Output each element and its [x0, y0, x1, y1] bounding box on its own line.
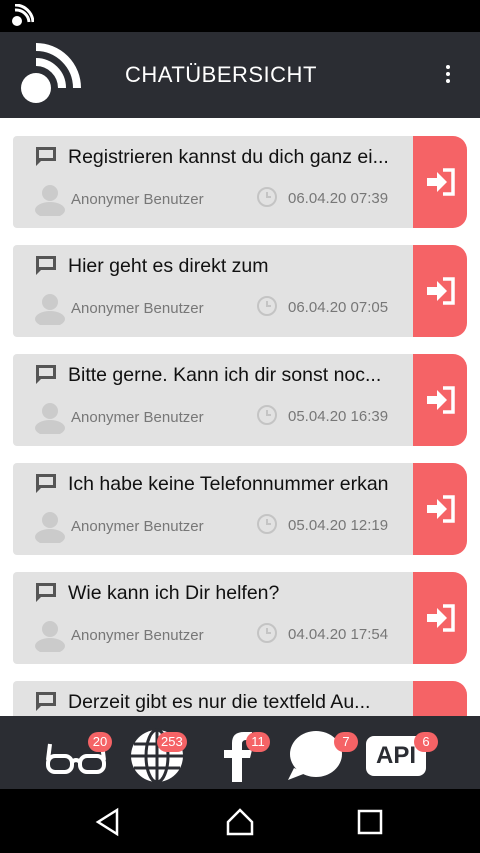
tab-globe[interactable]: 253	[125, 726, 189, 784]
chat-card[interactable]: Ich habe keine Telefonnummer erkan Anony…	[13, 463, 467, 555]
menu-dot-icon	[446, 65, 450, 69]
notification-badge: 6	[414, 732, 438, 752]
open-chat-button[interactable]	[413, 463, 467, 555]
clock-icon	[257, 187, 277, 207]
chat-list[interactable]: Registrieren kannst du dich ganz ei... A…	[0, 118, 480, 716]
chat-time: 06.04.20 07:39	[288, 190, 389, 207]
chat-user: Anonymer Benutzer	[71, 191, 204, 208]
chat-card-body[interactable]: Registrieren kannst du dich ganz ei... A…	[13, 136, 433, 228]
message-icon	[36, 692, 56, 711]
recents-icon[interactable]	[355, 807, 385, 837]
open-chat-button[interactable]	[413, 572, 467, 664]
avatar-icon	[35, 512, 65, 543]
notification-badge: 20	[88, 732, 112, 752]
message-icon	[36, 474, 56, 493]
chat-card[interactable]: Derzeit gibt es nur die textfeld Au...	[13, 681, 467, 716]
chat-message: Wie kann ich Dir helfen?	[68, 582, 280, 604]
chat-user: Anonymer Benutzer	[71, 627, 204, 644]
message-icon	[36, 583, 56, 602]
message-icon	[36, 365, 56, 384]
chat-time: 04.04.20 17:54	[288, 626, 389, 643]
open-chat-button[interactable]	[413, 136, 467, 228]
login-arrow-icon	[427, 604, 455, 632]
chat-card-body[interactable]: Wie kann ich Dir helfen? Anonymer Benutz…	[13, 572, 433, 664]
chat-card[interactable]: Wie kann ich Dir helfen? Anonymer Benutz…	[13, 572, 467, 664]
tab-messages[interactable]: 7	[286, 726, 358, 782]
notification-badge: 11	[246, 732, 270, 752]
chat-message: Ich habe keine Telefonnummer erkan	[68, 473, 389, 495]
chat-message: Hier geht es direkt zum	[68, 255, 269, 277]
login-arrow-icon	[427, 386, 455, 414]
chat-card[interactable]: Registrieren kannst du dich ganz ei... A…	[13, 136, 467, 228]
app-logo-icon	[21, 43, 81, 103]
login-arrow-icon	[427, 277, 455, 305]
chat-card-body[interactable]: Bitte gerne. Kann ich dir sonst noc... A…	[13, 354, 433, 446]
open-chat-button[interactable]	[413, 681, 467, 716]
open-chat-button[interactable]	[413, 354, 467, 446]
avatar-icon	[35, 185, 65, 216]
chat-card-body[interactable]: Derzeit gibt es nur die textfeld Au...	[13, 681, 433, 716]
avatar-icon	[35, 621, 65, 652]
system-nav-bar	[0, 789, 480, 853]
status-bar	[0, 0, 480, 32]
back-icon[interactable]	[93, 807, 123, 837]
bottom-tab-bar: 20 253 11 7 API 6	[0, 716, 480, 789]
chat-time: 05.04.20 16:39	[288, 408, 389, 425]
login-arrow-icon	[427, 168, 455, 196]
home-icon[interactable]	[225, 807, 255, 837]
clock-icon	[257, 296, 277, 316]
notification-badge: 7	[334, 732, 358, 752]
chat-time: 05.04.20 12:19	[288, 517, 389, 534]
tab-api[interactable]: API 6	[366, 726, 438, 782]
chat-card[interactable]: Hier geht es direkt zum Anonymer Benutze…	[13, 245, 467, 337]
chat-card-body[interactable]: Ich habe keine Telefonnummer erkan Anony…	[13, 463, 433, 555]
message-icon	[36, 147, 56, 166]
chat-card-body[interactable]: Hier geht es direkt zum Anonymer Benutze…	[13, 245, 433, 337]
chat-message: Registrieren kannst du dich ganz ei...	[68, 146, 389, 168]
chat-time: 06.04.20 07:05	[288, 299, 389, 316]
avatar-icon	[35, 294, 65, 325]
open-chat-button[interactable]	[413, 245, 467, 337]
chat-user: Anonymer Benutzer	[71, 518, 204, 535]
login-arrow-icon	[427, 495, 455, 523]
chat-card[interactable]: Bitte gerne. Kann ich dir sonst noc... A…	[13, 354, 467, 446]
message-icon	[36, 256, 56, 275]
clock-icon	[257, 514, 277, 534]
chat-message: Bitte gerne. Kann ich dir sonst noc...	[68, 364, 382, 386]
tab-facebook[interactable]: 11	[208, 726, 272, 782]
notification-badge: 253	[157, 732, 187, 752]
chat-user: Anonymer Benutzer	[71, 300, 204, 317]
clock-icon	[257, 405, 277, 425]
menu-dot-icon	[446, 79, 450, 83]
chat-user: Anonymer Benutzer	[71, 409, 204, 426]
tab-glasses[interactable]: 20	[44, 726, 112, 782]
page-title: CHATÜBERSICHT	[125, 62, 317, 87]
menu-dot-icon	[446, 72, 450, 76]
avatar-icon	[35, 403, 65, 434]
app-bar: CHATÜBERSICHT	[0, 32, 480, 118]
chat-message: Derzeit gibt es nur die textfeld Au...	[68, 691, 371, 713]
overflow-menu-button[interactable]	[436, 62, 460, 92]
clock-icon	[257, 623, 277, 643]
app-notification-icon	[12, 4, 34, 26]
